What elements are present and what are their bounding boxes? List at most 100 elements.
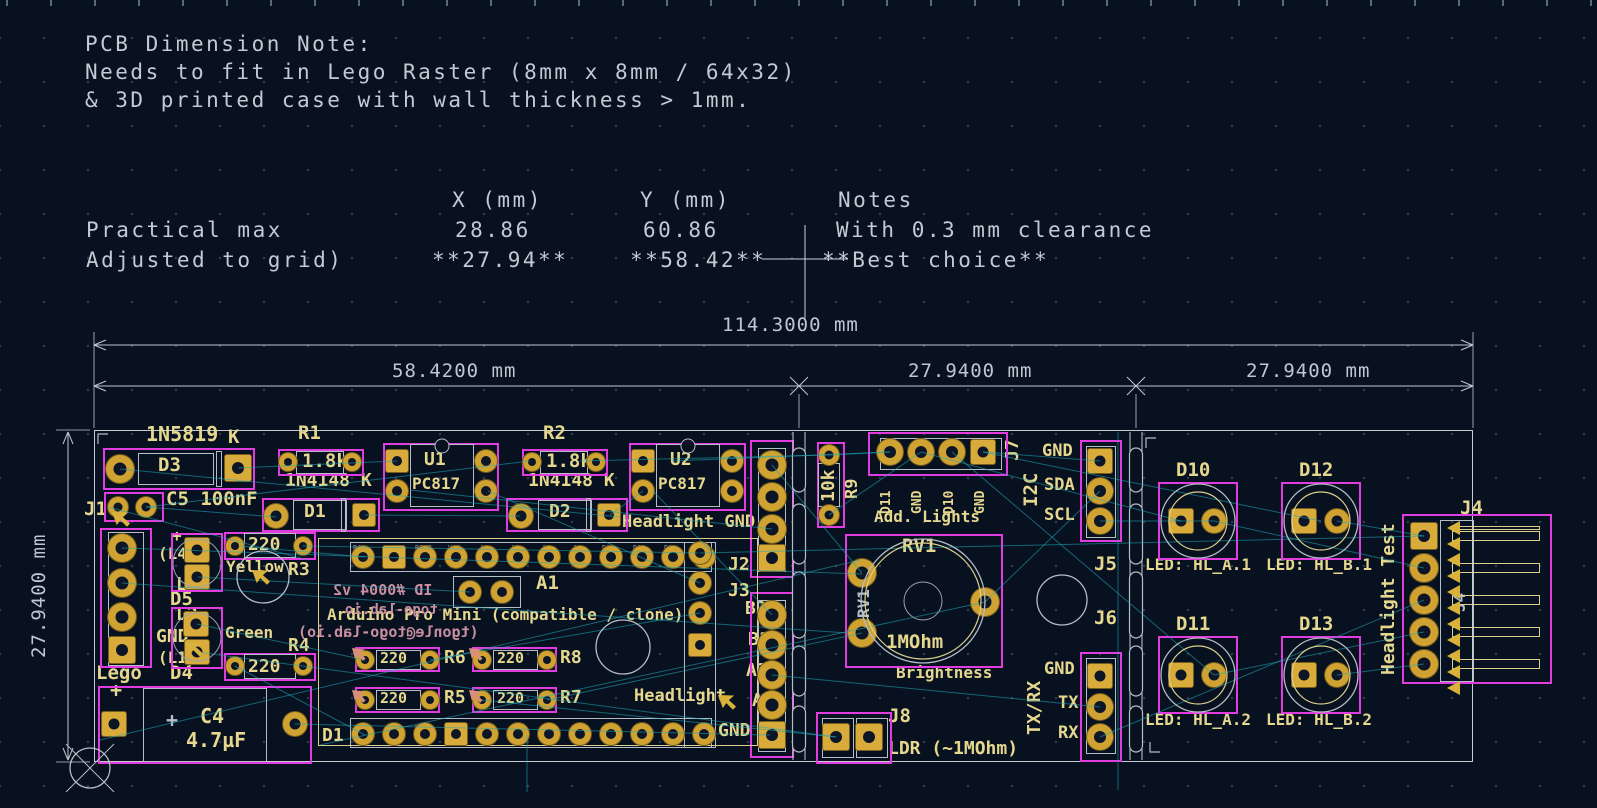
pad[interactable] <box>688 601 712 625</box>
label-d11[interactable]: D11 <box>1176 615 1210 634</box>
pad[interactable] <box>970 439 996 465</box>
pad[interactable] <box>506 545 530 569</box>
pad[interactable] <box>108 636 136 664</box>
fab-outline[interactable] <box>818 463 840 507</box>
silk-outline[interactable] <box>1452 659 1540 669</box>
fab-outline[interactable] <box>540 451 588 474</box>
pad[interactable] <box>183 611 209 637</box>
pad[interactable] <box>135 496 157 518</box>
label-yellow[interactable]: Yellow <box>226 559 284 575</box>
label-led-hl-a-2[interactable]: LED: HL_A.2 <box>1145 712 1251 728</box>
label-r1[interactable]: R1 <box>298 424 321 443</box>
pad[interactable] <box>757 660 787 690</box>
pad[interactable] <box>490 580 514 604</box>
pad[interactable] <box>597 503 621 527</box>
pad[interactable] <box>586 452 606 472</box>
pad[interactable] <box>225 656 245 676</box>
pad[interactable] <box>818 444 840 466</box>
pad[interactable] <box>1324 508 1350 534</box>
label-headlight-gnd[interactable]: Headlight GND <box>622 514 755 531</box>
pad[interactable] <box>458 580 482 604</box>
label-needs-to-fit-in-lego-raster-8mm-x-8mm-64x32[interactable]: Needs to fit in Lego Raster (8mm x 8mm /… <box>85 62 797 83</box>
label-best-choice[interactable]: **Best choice** <box>822 250 1049 271</box>
label-rx[interactable]: RX <box>1058 725 1078 742</box>
pad[interactable] <box>661 722 685 746</box>
pad[interactable] <box>444 722 468 746</box>
pad[interactable] <box>757 690 787 720</box>
pad[interactable] <box>508 503 534 529</box>
pad[interactable] <box>1087 448 1113 474</box>
pad[interactable] <box>355 650 375 670</box>
pad[interactable] <box>688 541 712 565</box>
pad[interactable] <box>1324 662 1350 688</box>
pad[interactable] <box>630 545 654 569</box>
pad[interactable] <box>758 544 786 572</box>
pad[interactable] <box>818 504 840 526</box>
silk-outline[interactable] <box>1452 627 1540 637</box>
label-gnd[interactable]: GND <box>1042 443 1073 460</box>
label-c5-100nf[interactable]: C5 100nF <box>166 490 258 509</box>
pad[interactable] <box>1086 507 1114 535</box>
pad[interactable] <box>413 545 437 569</box>
pad[interactable] <box>661 545 685 569</box>
pad[interactable] <box>757 450 787 480</box>
label-d13[interactable]: D13 <box>1299 615 1333 634</box>
label-gnd[interactable]: GND <box>1044 661 1075 678</box>
pad[interactable] <box>1201 508 1227 534</box>
pad[interactable] <box>631 479 655 503</box>
pad[interactable] <box>907 438 935 466</box>
label-3d-printed-case-with-wall-thickness-1mm[interactable]: & 3D printed case with wall thickness > … <box>85 90 751 111</box>
label-r9[interactable]: R9 <box>844 479 861 499</box>
pad[interactable] <box>522 452 542 472</box>
pad[interactable] <box>876 438 904 466</box>
label-j5[interactable]: J5 <box>1094 555 1117 574</box>
pad[interactable] <box>342 452 362 472</box>
label-d10[interactable]: D10 <box>1176 461 1210 480</box>
fab-outline[interactable] <box>296 451 344 474</box>
pad[interactable] <box>1086 477 1114 505</box>
fab-outline[interactable] <box>244 533 296 558</box>
silk-outline[interactable] <box>1452 531 1540 541</box>
pad[interactable] <box>568 545 592 569</box>
label-pcb-dimension-note[interactable]: PCB Dimension Note: <box>85 34 373 55</box>
pad[interactable] <box>475 545 499 569</box>
pad[interactable] <box>352 503 376 527</box>
label-tx-rx[interactable]: TX/RX <box>1026 681 1044 735</box>
pad[interactable] <box>720 449 744 473</box>
label-green[interactable]: Green <box>225 625 273 641</box>
pad[interactable] <box>537 690 557 710</box>
pcb-editor-canvas[interactable]: PCB Dimension Note: Needs to fit in Lego … <box>0 0 1597 808</box>
pad[interactable] <box>351 545 375 569</box>
pad[interactable] <box>107 602 137 632</box>
pad[interactable] <box>282 711 308 737</box>
pad[interactable] <box>1409 617 1439 647</box>
label-27-94[interactable]: **27.94** <box>432 250 568 271</box>
pad[interactable] <box>107 533 137 563</box>
label-58-42[interactable]: **58.42** <box>630 250 766 271</box>
label-28-86[interactable]: 28.86 <box>455 220 531 241</box>
pad[interactable] <box>474 479 498 503</box>
pad[interactable] <box>101 711 127 737</box>
label-headlight-test[interactable]: Headlight Test <box>1380 523 1398 675</box>
label-ldr-1mohm[interactable]: LDR (~1MOhm) <box>888 740 1018 758</box>
silk-outline[interactable] <box>1452 526 1540 530</box>
pad[interactable] <box>293 656 313 676</box>
pad[interactable] <box>225 536 245 556</box>
label-r3[interactable]: R3 <box>288 561 310 579</box>
fab-outline[interactable] <box>656 444 720 507</box>
pad[interactable] <box>107 496 129 518</box>
pad[interactable] <box>537 722 561 746</box>
pad[interactable] <box>1291 662 1317 688</box>
pad[interactable] <box>568 722 592 746</box>
pad[interactable] <box>1168 508 1194 534</box>
pad[interactable] <box>444 545 468 569</box>
pad[interactable] <box>224 454 252 482</box>
pad[interactable] <box>1168 662 1194 688</box>
pad[interactable] <box>847 558 877 588</box>
pad[interactable] <box>938 438 966 466</box>
pad[interactable] <box>278 452 298 472</box>
pad[interactable] <box>688 571 712 595</box>
pad[interactable] <box>855 723 883 751</box>
pad[interactable] <box>385 479 409 503</box>
pad[interactable] <box>184 537 210 563</box>
